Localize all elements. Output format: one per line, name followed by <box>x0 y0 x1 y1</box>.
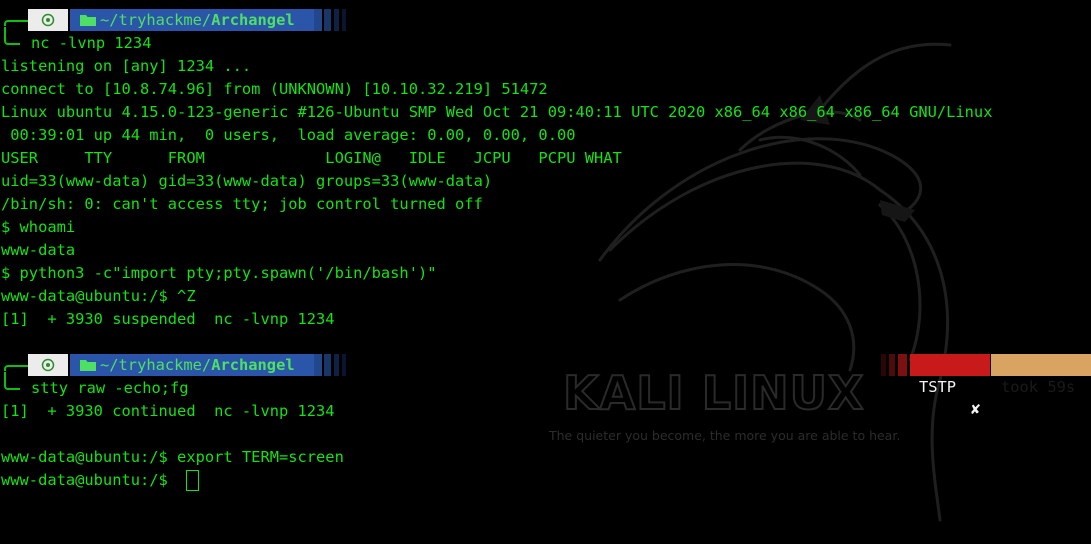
output-line: $ python3 -c"import pty;pty.spawn('/bin/… <box>1 264 437 282</box>
terminal-window[interactable]: KALI LINUX The quieter you become, the m… <box>0 0 1091 544</box>
output-line: /bin/sh: 0: can't access tty; job contro… <box>1 195 483 213</box>
prompt-line-1: ~/tryhackme/Archangel <box>0 9 1091 31</box>
output-line: www-data@ubuntu:/$ ^Z <box>1 287 196 305</box>
output-line: www-data@ubuntu:/$ export TERM=screen <box>1 448 344 466</box>
folder-icon <box>80 15 96 26</box>
prompt-frame-bottom <box>4 27 20 45</box>
command-2: stty raw -echo;fg <box>31 379 189 397</box>
output-line: listening on [any] 1234 ... <box>1 57 252 75</box>
directory-parent: ~/tryhackme/ <box>100 11 212 29</box>
output-line: $ whoami <box>1 218 76 236</box>
folder-icon <box>80 360 96 371</box>
directory-segment: ~/tryhackme/Archangel <box>70 354 314 376</box>
directory-parent: ~/tryhackme/ <box>100 356 212 374</box>
directory-segment: ~/tryhackme/Archangel <box>70 9 314 31</box>
signal-label: TSTP <box>919 378 957 396</box>
os-distro-icon <box>41 358 55 372</box>
elapsed-time-label: took 59s <box>1001 378 1076 396</box>
cross-icon: ✘ <box>971 400 981 418</box>
status-fade <box>898 354 907 376</box>
prompt-frame-bottom <box>4 372 20 390</box>
right-status-bar: TSTP ✘ took 59s <box>881 354 1091 418</box>
output-line: [1] + 3930 continued nc -lvnp 1234 <box>1 402 335 420</box>
output-line: USER TTY FROM LOGIN@ IDLE JCPU PCPU WHAT <box>1 149 622 167</box>
command-1: nc -lvnp 1234 <box>31 34 152 52</box>
segment-fade <box>324 9 331 31</box>
signal-status-segment: TSTP ✘ <box>910 354 990 418</box>
output-line: www-data <box>1 241 76 259</box>
output-line: [1] + 3930 suspended nc -lvnp 1234 <box>1 310 335 328</box>
segment-fade <box>314 354 322 376</box>
elapsed-time-segment: took 59s <box>991 354 1091 396</box>
directory-path: ~/tryhackme/Archangel <box>100 354 295 376</box>
os-distro-icon <box>41 13 55 27</box>
output-line: Linux ubuntu 4.15.0-123-generic #126-Ubu… <box>1 103 993 121</box>
directory-leaf: Archangel <box>211 11 295 29</box>
output-line: 00:39:01 up 44 min, 0 users, load averag… <box>1 126 576 144</box>
os-segment <box>28 9 68 31</box>
segment-fade <box>334 9 339 31</box>
segment-fade <box>324 354 331 376</box>
output-line: connect to [10.8.74.96] from (UNKNOWN) [… <box>1 80 548 98</box>
terminal-cursor <box>186 470 199 491</box>
segment-fade <box>314 9 322 31</box>
output-line: uid=33(www-data) gid=33(www-data) groups… <box>1 172 493 190</box>
directory-leaf: Archangel <box>211 356 295 374</box>
kali-tagline: The quieter you become, the more you are… <box>549 428 901 443</box>
segment-fade <box>342 354 346 376</box>
segment-fade <box>334 354 339 376</box>
status-fade <box>889 354 895 376</box>
status-fade <box>881 354 886 376</box>
directory-path: ~/tryhackme/Archangel <box>100 9 295 31</box>
prompt-line-2: ~/tryhackme/Archangel TSTP ✘ took 59s <box>0 354 1091 418</box>
os-segment <box>28 354 68 376</box>
segment-fade <box>342 9 346 31</box>
current-prompt-line[interactable]: www-data@ubuntu:/$ <box>1 469 177 492</box>
